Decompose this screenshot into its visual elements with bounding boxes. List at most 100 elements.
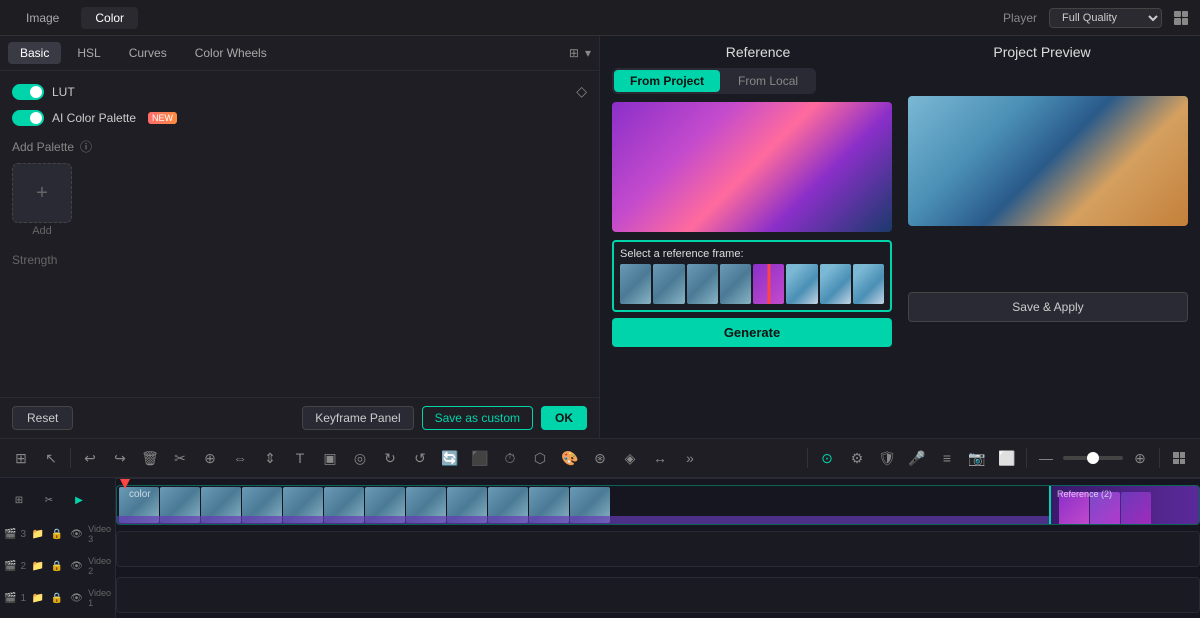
from-project-tab[interactable]: From Project [614, 70, 720, 92]
zoom-slider[interactable] [1063, 456, 1123, 460]
tool-timer[interactable]: ⏱ [497, 445, 523, 471]
track-3: color [116, 485, 1200, 529]
track-2-empty[interactable] [116, 531, 1200, 567]
tool-transform[interactable]: ⇕ [257, 445, 283, 471]
panel-tab-icons: ⊞ ▾ [569, 46, 591, 60]
reference-preview-image[interactable] [612, 102, 892, 232]
panel-footer: Reset Keyframe Panel Save as custom OK [0, 397, 599, 438]
track1-eye[interactable]: 👁 [69, 585, 84, 611]
tool-fit[interactable]: ↔ [647, 445, 673, 471]
main-area: Basic HSL Curves Color Wheels ⊞ ▾ LUT ◇ … [0, 36, 1200, 438]
tab-hsl[interactable]: HSL [65, 42, 112, 64]
tool-list[interactable]: ≡ [934, 445, 960, 471]
tool-effects[interactable]: 🔄 [437, 445, 463, 471]
expand-icon[interactable]: ⊞ [569, 46, 579, 60]
frame-thumb-3[interactable] [687, 264, 718, 304]
project-preview-title: Project Preview [900, 44, 1184, 60]
tab-color-wheels[interactable]: Color Wheels [183, 42, 279, 64]
track-2 [116, 531, 1200, 575]
ref-clip[interactable]: Reference (2) [1049, 486, 1199, 524]
frame-thumb-7[interactable] [820, 264, 851, 304]
tool-delete[interactable]: 🗑 [137, 445, 163, 471]
tool-color[interactable]: ⬛ [467, 445, 493, 471]
tool-square[interactable]: ⬜ [994, 445, 1020, 471]
frame-thumb-5-selected[interactable] [753, 264, 784, 304]
ai-palette-toggle[interactable] [12, 110, 44, 126]
tab-color[interactable]: Color [81, 7, 138, 29]
track2-folder[interactable]: 📁 [30, 553, 45, 579]
add-palette-button[interactable]: + [12, 163, 72, 223]
timeline-tool-3[interactable]: ▶ [66, 487, 92, 513]
tool-paint[interactable]: 🎨 [557, 445, 583, 471]
zoom-in-icon[interactable]: ⊕ [1127, 445, 1153, 471]
layout-icon[interactable] [1166, 445, 1192, 471]
tab-curves[interactable]: Curves [117, 42, 179, 64]
tool-text[interactable]: T [287, 445, 313, 471]
tab-image[interactable]: Image [12, 7, 73, 29]
track3-folder[interactable]: 📁 [30, 521, 45, 547]
frame-thumb-1[interactable] [620, 264, 651, 304]
keyframe-panel-button[interactable]: Keyframe Panel [302, 406, 413, 430]
chevron-down-icon[interactable]: ▾ [585, 46, 591, 60]
left-panel: Basic HSL Curves Color Wheels ⊞ ▾ LUT ◇ … [0, 36, 600, 438]
tool-crop[interactable]: ⇔ [227, 445, 253, 471]
lut-toggle[interactable] [12, 84, 44, 100]
timeline-tool-2[interactable]: ✂ [36, 487, 62, 513]
zoom-out-icon[interactable]: — [1033, 445, 1059, 471]
grid-view-icon[interactable] [1174, 11, 1188, 25]
timeline-tracks: color [116, 479, 1200, 618]
tool-select[interactable]: ⊞ [8, 445, 34, 471]
project-preview-image[interactable] [908, 96, 1188, 226]
tool-circle[interactable]: ◎ [347, 445, 373, 471]
quality-select[interactable]: Full Quality Half Quality Quarter Qualit… [1049, 8, 1162, 28]
generate-button[interactable]: Generate [612, 318, 892, 347]
tab-basic[interactable]: Basic [8, 42, 61, 64]
tool-undo[interactable]: ↩ [77, 445, 103, 471]
reset-button[interactable]: Reset [12, 406, 73, 430]
preview-gap [908, 234, 1188, 292]
track2-eye[interactable]: 👁 [69, 553, 84, 579]
info-icon[interactable]: ⓘ [80, 138, 92, 155]
tool-split[interactable]: ⊕ [197, 445, 223, 471]
ai-palette-row: AI Color Palette NEW [12, 110, 587, 126]
ref-thumb-3 [1121, 492, 1151, 524]
frame-thumb-2[interactable] [653, 264, 684, 304]
save-as-custom-button[interactable]: Save as custom [422, 406, 533, 430]
tool-mic[interactable]: 🎤 [904, 445, 930, 471]
track3-lock[interactable]: 🔒 [49, 521, 64, 547]
tool-more[interactable]: » [677, 445, 703, 471]
track-3-clip[interactable]: color [116, 485, 1200, 525]
tool-shield[interactable]: 🛡 [874, 445, 900, 471]
tool-camera[interactable]: 📷 [964, 445, 990, 471]
from-local-tab[interactable]: From Local [722, 70, 814, 92]
frame-strip[interactable] [620, 264, 884, 304]
zoom-slider-thumb[interactable] [1087, 452, 1099, 464]
track1-lock[interactable]: 🔒 [49, 585, 64, 611]
panel-tabs: Basic HSL Curves Color Wheels ⊞ ▾ [0, 36, 599, 71]
frame-thumb-4[interactable] [720, 264, 751, 304]
tool-rect[interactable]: ▣ [317, 445, 343, 471]
ok-button[interactable]: OK [541, 406, 587, 430]
tool-arrow[interactable]: ◈ [617, 445, 643, 471]
tool-cursor[interactable]: ↖ [38, 445, 64, 471]
diamond-icon[interactable]: ◇ [576, 83, 587, 100]
tool-mask[interactable]: ⊛ [587, 445, 613, 471]
tool-settings[interactable]: ⚙ [844, 445, 870, 471]
track-control-1: 🎬 1 📁 🔒 👁 Video 1 [4, 585, 111, 611]
frame-thumb-6[interactable] [786, 264, 817, 304]
sep-4 [1159, 448, 1160, 468]
track-1-empty[interactable] [116, 577, 1200, 613]
tool-rotate-ccw[interactable]: ↺ [407, 445, 433, 471]
track3-eye[interactable]: 👁 [69, 521, 84, 547]
tool-redo[interactable]: ↪ [107, 445, 133, 471]
track1-folder[interactable]: 📁 [30, 585, 45, 611]
tool-rotate-cw[interactable]: ↻ [377, 445, 403, 471]
save-apply-button[interactable]: Save & Apply [908, 292, 1188, 322]
timeline-tool-1[interactable]: ⊞ [6, 487, 32, 513]
frame-thumb-8[interactable] [853, 264, 884, 304]
tool-hex[interactable]: ⬡ [527, 445, 553, 471]
sep-2 [807, 448, 808, 468]
tool-record[interactable]: ⊙ [814, 445, 840, 471]
track2-lock[interactable]: 🔒 [49, 553, 64, 579]
tool-cut[interactable]: ✂ [167, 445, 193, 471]
